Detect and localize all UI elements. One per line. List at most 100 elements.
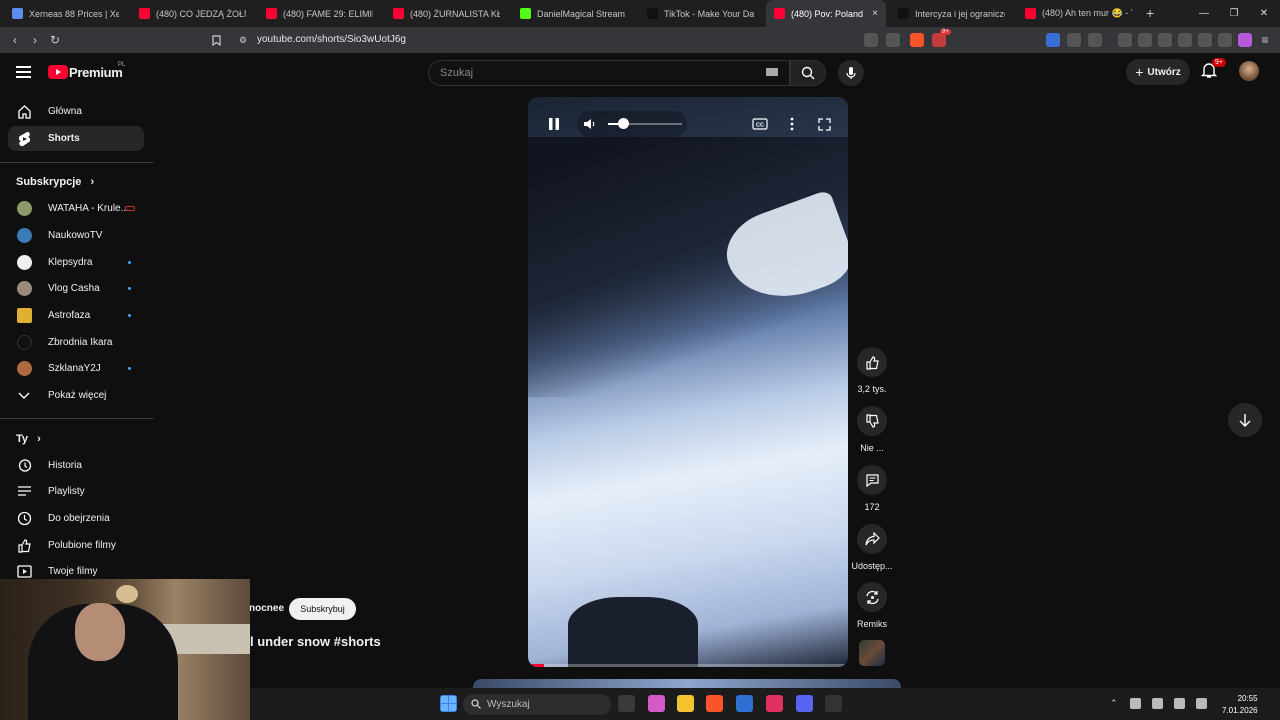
sidebar-item-liked[interactable]: Polubione filmy: [8, 533, 144, 558]
minimize-window-icon[interactable]: —: [1188, 0, 1220, 27]
brave-active-icon[interactable]: [766, 695, 783, 712]
browser-tab[interactable]: (480) Ah ten mur 😂 - You: [1017, 0, 1140, 27]
url-field[interactable]: youtube.com/shorts/Sio3wUotJ6g: [257, 34, 406, 45]
pause-icon: [549, 118, 559, 130]
like-button[interactable]: 3,2 tys.: [852, 347, 892, 394]
browser-tab[interactable]: (480) ŻURNALISTA KŁAMIE: [385, 0, 508, 27]
brave-rewards-icon[interactable]: [932, 33, 946, 47]
site-info-icon[interactable]: ⚙: [234, 31, 252, 49]
sidebar-item-playlists[interactable]: Playlisty: [8, 479, 144, 504]
puzzle-icon[interactable]: [1067, 33, 1081, 47]
account-avatar[interactable]: [1239, 61, 1259, 81]
sidebar-item-sub[interactable]: Astrofaza: [8, 303, 144, 328]
channel-name[interactable]: nocnee: [249, 603, 284, 614]
remix-button[interactable]: Remiks: [852, 582, 892, 629]
search-button[interactable]: [790, 60, 826, 86]
extension-icon[interactable]: [1046, 33, 1060, 47]
back-icon[interactable]: ‹: [6, 31, 24, 49]
tray-icon[interactable]: [1130, 698, 1141, 709]
sidebar-item-sub[interactable]: WATAHA - Krule...: [8, 196, 144, 221]
tab-close-icon[interactable]: ×: [872, 8, 878, 19]
captions-button[interactable]: CC: [749, 113, 771, 135]
taskbar-search-input[interactable]: Wyszukaj: [463, 694, 611, 715]
next-video-button[interactable]: [1228, 403, 1262, 437]
volume-slider-handle[interactable]: [617, 118, 629, 129]
forward-icon[interactable]: ›: [26, 31, 44, 49]
close-window-icon[interactable]: ✕: [1248, 0, 1280, 27]
sound-thumbnail[interactable]: [859, 640, 885, 666]
video-progress-bar[interactable]: [528, 664, 848, 667]
install-icon[interactable]: [864, 33, 878, 47]
sidepanel-icon[interactable]: [1158, 33, 1172, 47]
browser-tab[interactable]: DanielMagical Stream: [512, 0, 635, 27]
download-icon[interactable]: [1118, 33, 1132, 47]
youtube-logo-icon[interactable]: [48, 65, 68, 79]
keyboard-icon[interactable]: [766, 68, 778, 76]
obs-icon[interactable]: [825, 695, 842, 712]
voice-search-button[interactable]: [838, 60, 864, 86]
vpn-icon[interactable]: [1218, 33, 1232, 47]
share-button[interactable]: Udostęp...: [851, 524, 893, 571]
sidebar-item-watch-later[interactable]: Do obejrzenia: [8, 506, 144, 531]
browser-tab[interactable]: Intercyza i jej ograniczenia: [890, 0, 1013, 27]
sidebar-item-shorts[interactable]: Shorts: [8, 126, 144, 151]
tray-chevron-icon[interactable]: ⌃: [1110, 698, 1121, 709]
subscriptions-title: Subskrypcje: [16, 176, 82, 188]
reload-icon[interactable]: ↻: [46, 31, 64, 49]
webcam-person-head: [75, 603, 125, 661]
sidebar-item-home[interactable]: Główna: [8, 99, 144, 124]
new-tab-button[interactable]: +: [1146, 5, 1154, 21]
tray-mic-icon[interactable]: [1174, 698, 1185, 709]
subscriptions-heading[interactable]: Subskrypcje ›: [16, 176, 94, 188]
task-view-icon[interactable]: [618, 695, 635, 712]
you-heading[interactable]: Ty ›: [16, 433, 41, 445]
more-options-button[interactable]: [781, 113, 803, 135]
create-button[interactable]: + Utwórz: [1126, 59, 1190, 85]
browser-tab[interactable]: (480) CO JEDZĄ ŻOŁNIERZE: [131, 0, 254, 27]
sidebar-item-sub[interactable]: Klepsydra: [8, 250, 144, 275]
volume-button[interactable]: [579, 113, 601, 135]
brave-shield-icon[interactable]: [910, 33, 924, 47]
video-title[interactable]: l under snow #shorts: [250, 634, 381, 649]
pause-button[interactable]: [543, 113, 565, 135]
media-icon[interactable]: [1138, 33, 1152, 47]
tray-icon[interactable]: [1152, 698, 1163, 709]
maximize-window-icon[interactable]: ❐: [1218, 0, 1250, 27]
share-page-icon[interactable]: [886, 33, 900, 47]
leo-icon[interactable]: [1198, 33, 1212, 47]
profile-extension-icon[interactable]: [1238, 33, 1252, 47]
sidebar-item-sub[interactable]: NaukowoTV: [8, 223, 144, 248]
fullscreen-button[interactable]: [813, 113, 835, 135]
thumb-up-icon: [857, 347, 887, 377]
show-more-button[interactable]: Pokaż więcej: [8, 383, 144, 408]
screenshot-icon[interactable]: [1088, 33, 1102, 47]
taskbar-clock[interactable]: 20:55 7.01.2026: [1222, 693, 1258, 717]
shorts-video-player[interactable]: CC: [528, 97, 848, 667]
browser-tab[interactable]: (480) FAME 29: ELIMINATO: [258, 0, 381, 27]
channel-avatar: [16, 201, 32, 216]
sidebar-item-sub[interactable]: SzklanaY2J: [8, 356, 144, 381]
windows-start-icon[interactable]: [440, 695, 457, 712]
subscribe-button[interactable]: Subskrybuj: [289, 598, 356, 620]
dislike-button[interactable]: Nie ...: [852, 406, 892, 453]
browser-tab[interactable]: TikTok - Make Your Day: [639, 0, 762, 27]
wallet-icon[interactable]: [1178, 33, 1192, 47]
microsoft-store-icon[interactable]: [736, 695, 753, 712]
browser-tab[interactable]: (480) Pov: Poland ×: [766, 0, 886, 27]
sidebar-item-history[interactable]: Historia: [8, 453, 144, 478]
file-explorer-icon[interactable]: [677, 695, 694, 712]
sidebar-item-sub[interactable]: Zbrodnia Ikara: [8, 330, 144, 355]
search-input[interactable]: Szukaj: [428, 60, 790, 86]
sidebar-item-sub[interactable]: Vlog Casha: [8, 276, 144, 301]
brave-browser-icon[interactable]: [706, 695, 723, 712]
bookmark-icon[interactable]: [207, 31, 225, 49]
sidebar-item-label: Pokaż więcej: [48, 390, 107, 401]
menu-icon[interactable]: ≡: [1256, 31, 1274, 49]
copilot-icon[interactable]: [648, 695, 665, 712]
tray-display-icon[interactable]: [1196, 698, 1207, 709]
tab-title: TikTok - Make Your Day: [664, 8, 754, 19]
browser-tab[interactable]: Xerneas 88 Prices | Xerneas: [4, 0, 127, 27]
comments-button[interactable]: 172: [852, 465, 892, 512]
hamburger-menu-icon[interactable]: [16, 66, 31, 78]
discord-icon[interactable]: [796, 695, 813, 712]
